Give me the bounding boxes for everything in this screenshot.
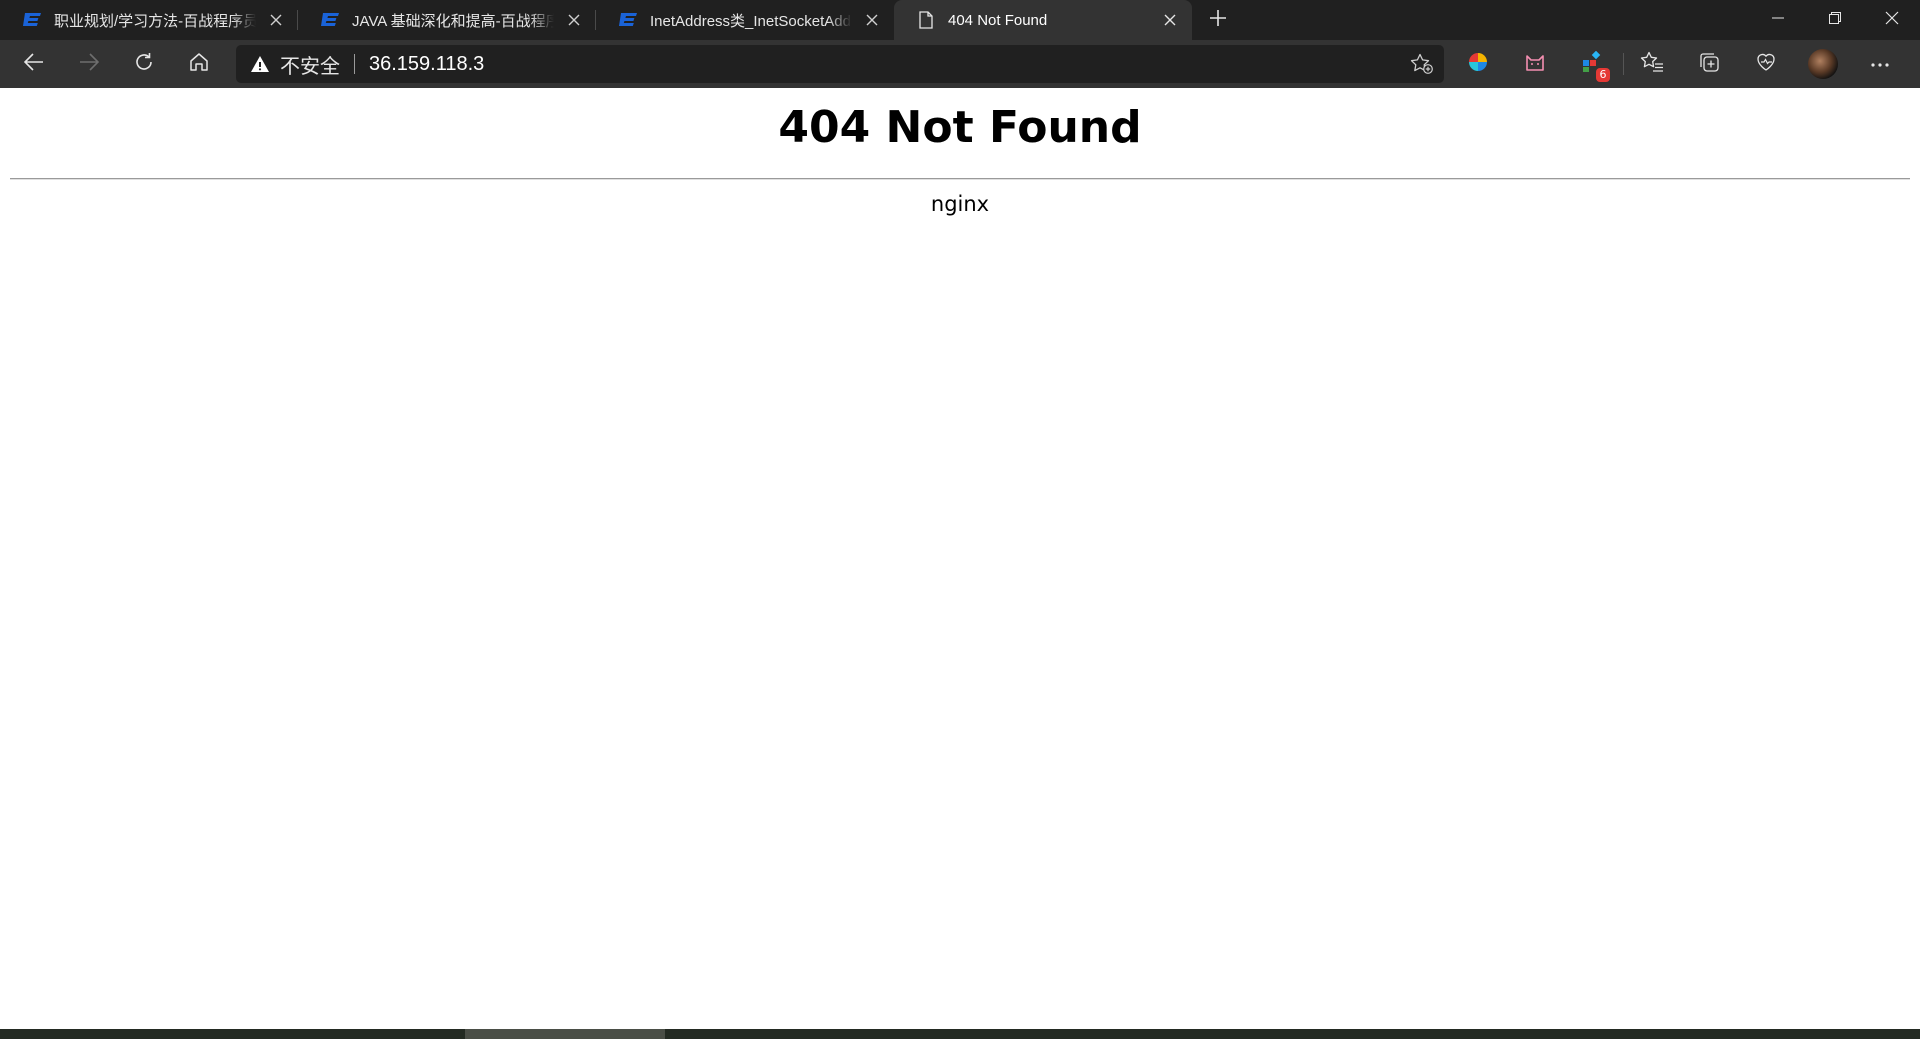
avatar <box>1808 49 1838 79</box>
url-text[interactable]: 36.159.118.3 <box>369 53 484 76</box>
star-list-icon <box>1640 51 1664 78</box>
refresh-icon <box>134 52 154 77</box>
page-icon <box>916 10 936 30</box>
page-heading: 404 Not Found <box>778 102 1142 153</box>
back-button[interactable] <box>14 44 54 84</box>
warning-icon[interactable] <box>250 54 270 74</box>
notification-badge: 6 <box>1596 68 1610 82</box>
cat-icon <box>1524 52 1546 77</box>
bz-logo-icon <box>22 10 42 30</box>
refresh-button[interactable] <box>124 44 164 84</box>
tab-title: 404 Not Found <box>948 11 1048 29</box>
tab-title: JAVA 基础深化和提高-百战程序员 <box>352 12 554 30</box>
bz-logo-icon <box>320 10 340 30</box>
new-tab-button[interactable] <box>1198 0 1238 40</box>
minimize-button[interactable] <box>1749 0 1806 40</box>
profile-button[interactable] <box>1803 44 1843 84</box>
tab-java-advanced[interactable]: JAVA 基础深化和提高-百战程序员 <box>298 0 596 40</box>
close-window-button[interactable] <box>1863 0 1920 40</box>
extension-cat-button[interactable] <box>1515 44 1555 84</box>
forward-button[interactable] <box>69 44 109 84</box>
performance-button[interactable] <box>1746 44 1786 84</box>
heart-pulse-icon <box>1755 51 1777 78</box>
tab-strip: 职业规划/学习方法-百战程序员 JAVA 基础深化和提高-百战程序员 InetA… <box>0 0 1920 40</box>
tab-404-not-found[interactable]: 404 Not Found <box>894 0 1192 40</box>
close-icon[interactable] <box>264 8 288 32</box>
page-content: 404 Not Found nginx <box>0 88 1920 1029</box>
more-horizontal-icon <box>1870 55 1890 73</box>
extension-color-button[interactable] <box>1458 44 1498 84</box>
home-button[interactable] <box>179 44 219 84</box>
collections-icon <box>1698 51 1720 78</box>
close-icon[interactable] <box>562 8 586 32</box>
server-name: nginx <box>930 192 990 216</box>
tab-inetaddress[interactable]: InetAddress类_InetSocketAddress <box>596 0 894 40</box>
address-bar[interactable]: 不安全 36.159.118.3 <box>236 45 1444 83</box>
close-icon[interactable] <box>860 8 884 32</box>
color-wheel-icon <box>1467 51 1489 78</box>
add-favorite-button[interactable] <box>1408 50 1436 78</box>
collections-button[interactable] <box>1689 44 1729 84</box>
browser-toolbar: 不安全 36.159.118.3 6 <box>0 40 1920 88</box>
restore-button[interactable] <box>1806 0 1863 40</box>
close-icon <box>1885 11 1899 30</box>
toolbar-separator <box>1623 53 1624 75</box>
tab-title: 职业规划/学习方法-百战程序员 <box>54 12 256 30</box>
settings-more-button[interactable] <box>1860 44 1900 84</box>
arrow-right-icon <box>79 52 100 76</box>
close-icon[interactable] <box>1158 8 1182 32</box>
bz-logo-icon <box>618 10 638 30</box>
taskbar-strip <box>0 1029 1920 1039</box>
browser-window: 职业规划/学习方法-百战程序员 JAVA 基础深化和提高-百战程序员 InetA… <box>0 0 1920 1039</box>
taskbar-item[interactable] <box>465 1029 665 1039</box>
plus-icon <box>1209 9 1227 32</box>
minimize-icon <box>1771 11 1784 29</box>
address-separator <box>354 54 355 74</box>
extension-apps-button[interactable]: 6 <box>1572 44 1612 84</box>
home-icon <box>189 52 209 77</box>
favorites-button[interactable] <box>1632 44 1672 84</box>
extensions-area: 6 <box>1458 44 1917 84</box>
arrow-left-icon <box>23 52 44 76</box>
tab-title: InetAddress类_InetSocketAddress <box>650 12 852 30</box>
security-status-label[interactable]: 不安全 <box>280 50 340 79</box>
window-controls <box>1749 0 1920 40</box>
divider <box>10 178 1910 180</box>
tab-career-planning[interactable]: 职业规划/学习方法-百战程序员 <box>0 0 298 40</box>
restore-icon <box>1828 11 1841 29</box>
